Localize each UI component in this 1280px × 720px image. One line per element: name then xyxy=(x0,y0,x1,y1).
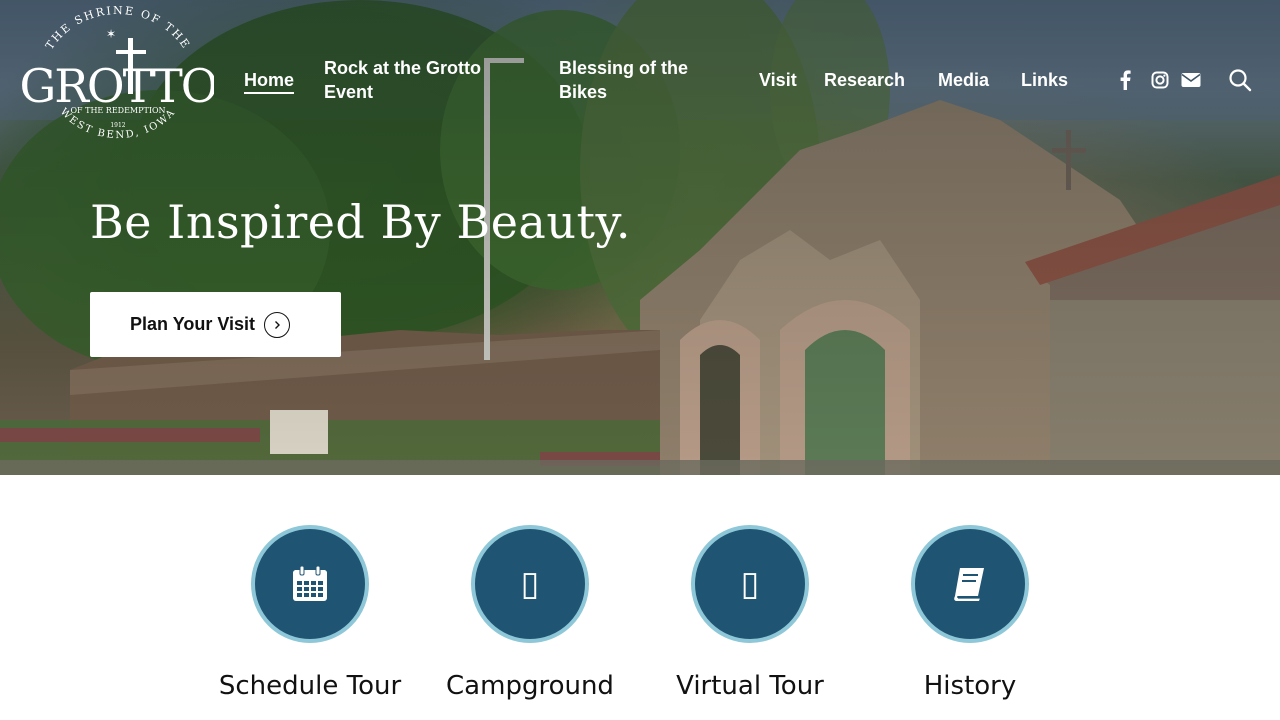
missing-glyph-icon: ▯ xyxy=(471,525,589,643)
nav-item-label-line2: Bikes xyxy=(559,82,608,102)
virtual-tour-glyph: ▯ xyxy=(740,564,760,604)
plan-your-visit-label: Plan Your Visit xyxy=(130,314,256,334)
campground-glyph: ▯ xyxy=(520,564,540,604)
calendar-icon xyxy=(251,525,369,643)
feature-history[interactable]: History xyxy=(860,525,1080,720)
nav-item-links[interactable]: Links xyxy=(1021,68,1068,92)
missing-glyph-icon: ▯ xyxy=(691,525,809,643)
nav-item-rock-at-the-grotto-event[interactable]: Rock at the Grotto Event xyxy=(324,56,481,104)
nav-item-visit[interactable]: Visit xyxy=(759,68,797,92)
instagram-icon[interactable] xyxy=(1149,68,1171,92)
nav-item-blessing-of-the-bikes[interactable]: Blessing of the Bikes xyxy=(559,56,688,104)
chevron-right-circle-icon xyxy=(264,311,291,338)
feature-schedule-tour[interactable]: Schedule Tour xyxy=(200,525,420,720)
envelope-icon[interactable] xyxy=(1180,68,1202,92)
nav-item-home[interactable]: Home xyxy=(244,68,295,94)
facebook-icon[interactable] xyxy=(1114,68,1136,92)
nav-item-label-line2: Event xyxy=(324,82,374,102)
feature-label: Virtual Tour xyxy=(676,671,824,701)
search-icon[interactable] xyxy=(1228,68,1252,92)
nav-item-media[interactable]: Media xyxy=(938,68,989,92)
main-nav: Home Rock at the Grotto Event Blessing o… xyxy=(0,0,1280,160)
nav-item-research[interactable]: Research xyxy=(824,68,905,92)
plan-your-visit-button[interactable]: Plan Your Visit xyxy=(90,292,341,357)
feature-label: Schedule Tour xyxy=(218,671,402,701)
nav-item-label-line1: Rock at the Grotto xyxy=(324,58,482,78)
book-icon xyxy=(911,525,1029,643)
feature-label: History xyxy=(923,671,1017,701)
feature-virtual-tour[interactable]: ▯ Virtual Tour xyxy=(640,525,860,720)
nav-item-label-line1: Blessing of the xyxy=(559,58,689,78)
feature-campground[interactable]: ▯ Campground xyxy=(420,525,640,720)
hero-headline: Be Inspired By Beauty. xyxy=(90,195,631,249)
feature-label: Campground xyxy=(446,671,614,701)
